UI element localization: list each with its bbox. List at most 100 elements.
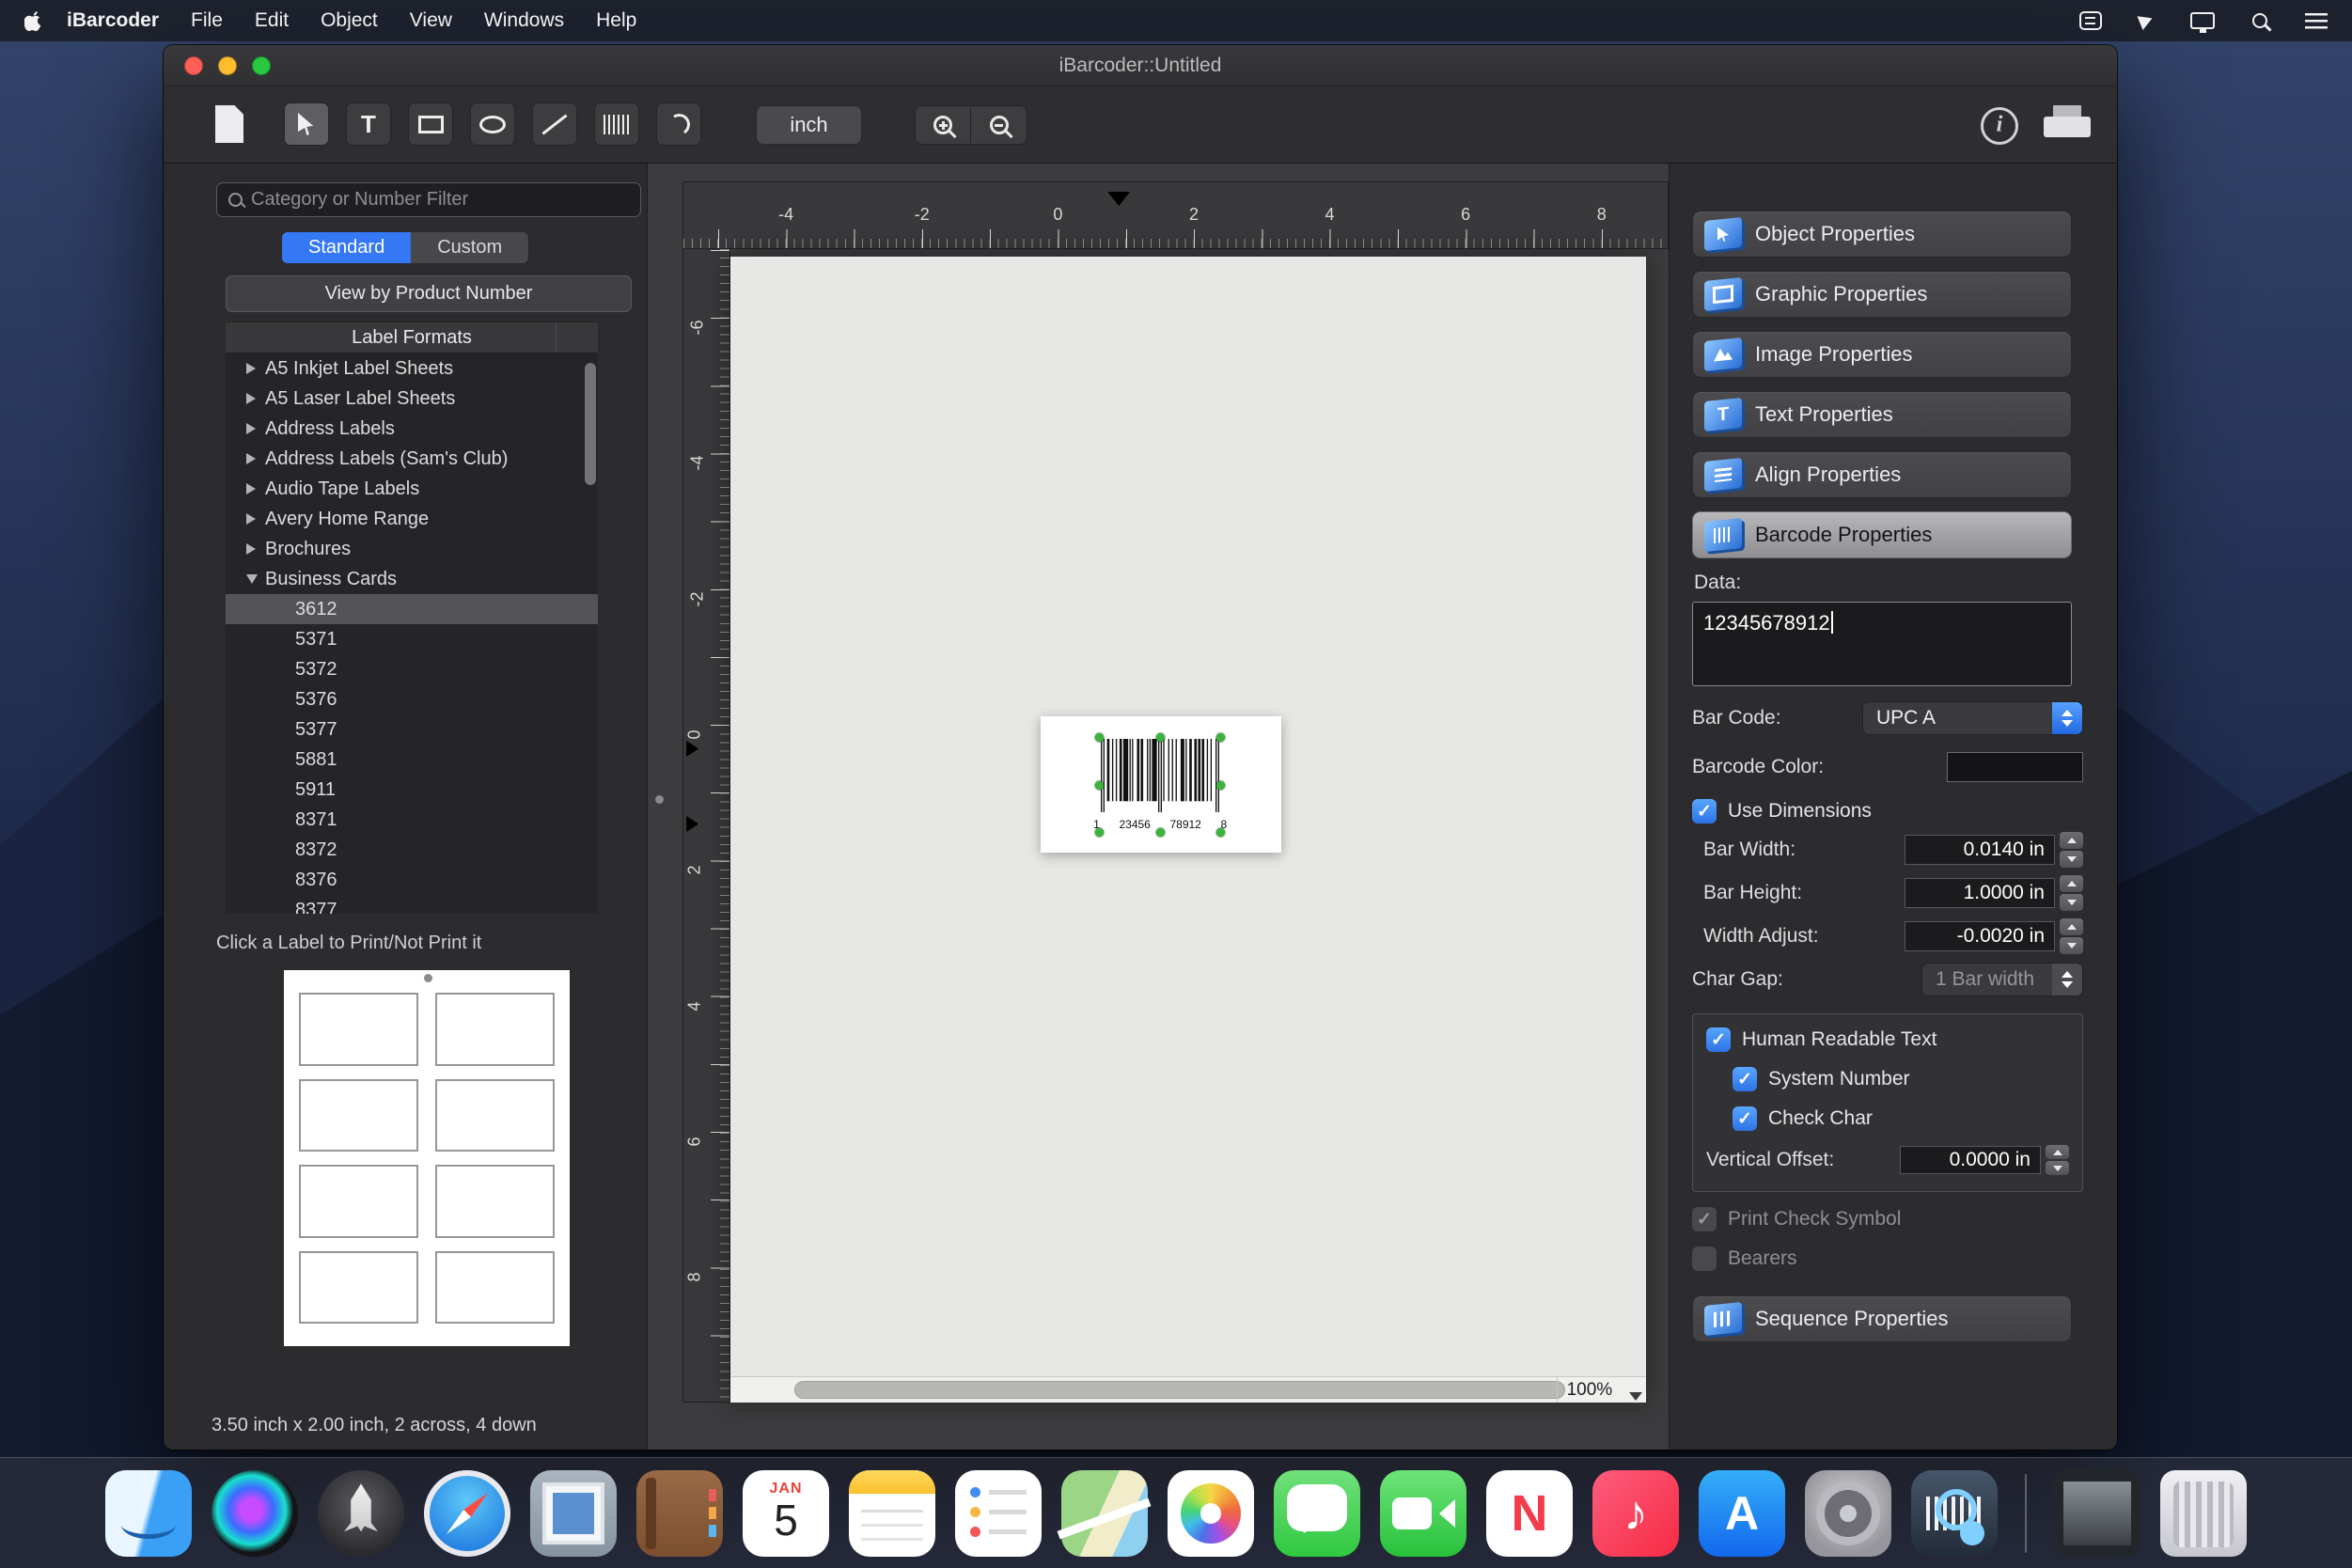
disclosure-closed-icon[interactable] bbox=[246, 453, 256, 464]
dock-launchpad-icon[interactable] bbox=[318, 1469, 404, 1557]
system-number-checkbox[interactable] bbox=[1733, 1067, 1757, 1091]
stepper-up-icon[interactable] bbox=[2060, 875, 2083, 892]
label-preview-cell[interactable] bbox=[299, 1165, 418, 1238]
label-preview-cell[interactable] bbox=[435, 993, 555, 1066]
number-field[interactable]: -0.0020 in bbox=[1905, 921, 2055, 951]
oval-tool-button[interactable] bbox=[470, 102, 515, 146]
apple-menu-icon[interactable] bbox=[24, 9, 45, 32]
label-format-item[interactable]: 3612 bbox=[226, 594, 598, 624]
ruler-margin-marker[interactable] bbox=[1107, 192, 1131, 206]
dock-facetime-icon[interactable] bbox=[1380, 1469, 1466, 1557]
properties-button-text[interactable]: Text Properties bbox=[1692, 391, 2072, 438]
dock-app-store-icon[interactable] bbox=[1699, 1469, 1785, 1557]
stepper-up-icon[interactable] bbox=[2046, 1145, 2069, 1159]
unit-button[interactable]: inch bbox=[756, 105, 862, 145]
new-document-button[interactable] bbox=[207, 100, 252, 149]
menu-item-file[interactable]: File bbox=[175, 9, 239, 32]
dock-siri-icon[interactable] bbox=[212, 1469, 298, 1557]
rectangle-tool-button[interactable] bbox=[408, 102, 453, 146]
ruler-margin-marker[interactable] bbox=[686, 741, 699, 757]
disclosure-closed-icon[interactable] bbox=[246, 363, 256, 374]
label-format-item[interactable]: 5911 bbox=[226, 775, 598, 805]
stepper-up-icon[interactable] bbox=[2060, 832, 2083, 849]
barcode-data-field[interactable]: 12345678912 bbox=[1692, 602, 2072, 686]
selection-handle[interactable] bbox=[1156, 828, 1166, 837]
dock-messages-icon[interactable] bbox=[1274, 1469, 1360, 1557]
arc-tool-button[interactable] bbox=[656, 102, 701, 146]
number-field[interactable]: 0.0140 in bbox=[1905, 835, 2055, 865]
stepper-down-icon[interactable] bbox=[2060, 894, 2083, 911]
label-preview-cell[interactable] bbox=[299, 1078, 418, 1152]
view-by-product-number-button[interactable]: View by Product Number bbox=[226, 275, 632, 312]
minimize-button[interactable] bbox=[218, 56, 237, 75]
horizontal-scrollbar[interactable]: 100% bbox=[730, 1376, 1647, 1403]
zoom-in-button[interactable] bbox=[915, 105, 971, 145]
label-format-item[interactable]: 8377 bbox=[226, 895, 598, 915]
tab-custom[interactable]: Custom bbox=[411, 232, 529, 263]
list-scrollbar[interactable] bbox=[585, 363, 596, 485]
menu-item-help[interactable]: Help bbox=[580, 9, 652, 32]
dock-finder-icon[interactable] bbox=[105, 1469, 192, 1557]
zoom-button[interactable] bbox=[252, 56, 271, 75]
dock-music-icon[interactable] bbox=[1592, 1469, 1679, 1557]
dock-system-preferences-icon[interactable] bbox=[1805, 1469, 1891, 1557]
stepper-down-icon[interactable] bbox=[2046, 1161, 2069, 1175]
label-format-item[interactable]: 8372 bbox=[226, 835, 598, 865]
label-format-item[interactable]: 5881 bbox=[226, 745, 598, 775]
display-icon[interactable] bbox=[2190, 12, 2215, 33]
dock-reminders-icon[interactable] bbox=[955, 1469, 1042, 1557]
label-format-item[interactable]: 5376 bbox=[226, 684, 598, 714]
disclosure-closed-icon[interactable] bbox=[246, 423, 256, 434]
label-format-group[interactable]: Address Labels bbox=[226, 414, 598, 444]
selection-handle[interactable] bbox=[1216, 828, 1226, 837]
disclosure-closed-icon[interactable] bbox=[246, 513, 256, 525]
print-button[interactable] bbox=[2044, 103, 2091, 147]
field-stepper[interactable] bbox=[2060, 832, 2083, 868]
info-button[interactable] bbox=[1981, 107, 2018, 145]
properties-button-graphic[interactable]: Graphic Properties bbox=[1692, 271, 2072, 318]
label-object[interactable]: 1 23456 78912 8 bbox=[1041, 716, 1282, 853]
text-tool-button[interactable] bbox=[346, 102, 391, 146]
line-tool-button[interactable] bbox=[532, 102, 577, 146]
dock-ibarcoder-icon[interactable] bbox=[1911, 1469, 1998, 1557]
dock-news-icon[interactable] bbox=[1486, 1469, 1573, 1557]
disclosure-closed-icon[interactable] bbox=[246, 543, 256, 555]
properties-button-align[interactable]: Align Properties bbox=[1692, 451, 2072, 498]
stepper-up-icon[interactable] bbox=[2060, 918, 2083, 935]
sequence-properties-button[interactable]: Sequence Properties bbox=[1692, 1295, 2072, 1342]
number-field[interactable]: 1.0000 in bbox=[1905, 878, 2055, 908]
ruler-margin-marker[interactable] bbox=[686, 816, 699, 832]
dock-maps-icon[interactable] bbox=[1058, 1469, 1152, 1557]
menu-item-windows[interactable]: Windows bbox=[468, 9, 580, 32]
human-readable-text-checkbox[interactable] bbox=[1706, 1027, 1731, 1052]
menu-item-object[interactable]: Object bbox=[305, 9, 394, 32]
label-preview-cell[interactable] bbox=[435, 1250, 555, 1324]
notification-icon[interactable] bbox=[2079, 11, 2102, 30]
field-stepper[interactable] bbox=[2060, 918, 2083, 954]
vertical-offset-stepper[interactable] bbox=[2046, 1145, 2069, 1175]
zoom-out-button[interactable] bbox=[971, 105, 1027, 145]
selection-handle[interactable] bbox=[1095, 828, 1105, 837]
bar-code-popup[interactable]: UPC A bbox=[1862, 701, 2083, 735]
notification-center-icon[interactable] bbox=[2305, 12, 2328, 29]
tab-standard[interactable]: Standard bbox=[282, 232, 412, 263]
zoom-level[interactable]: 100% bbox=[1556, 1377, 1623, 1403]
selection-handle[interactable] bbox=[1216, 733, 1226, 742]
label-format-group[interactable]: Brochures bbox=[226, 534, 598, 564]
label-format-group[interactable]: Address Labels (Sam's Club) bbox=[226, 444, 598, 474]
menu-item-ibarcoder[interactable]: iBarcoder bbox=[51, 9, 175, 32]
filter-search-input[interactable] bbox=[251, 189, 629, 211]
dock-notes-icon[interactable] bbox=[849, 1469, 935, 1557]
label-preview-cell[interactable] bbox=[299, 993, 418, 1066]
label-preview-cell[interactable] bbox=[435, 1165, 555, 1238]
scrollbar-thumb[interactable] bbox=[794, 1381, 1566, 1399]
dock-trash-icon[interactable] bbox=[2160, 1469, 2247, 1557]
label-format-item[interactable]: 5371 bbox=[226, 624, 598, 654]
properties-button-object[interactable]: Object Properties bbox=[1692, 211, 2072, 258]
label-format-group[interactable]: A5 Inkjet Label Sheets bbox=[226, 353, 598, 384]
close-button[interactable] bbox=[184, 56, 203, 75]
stepper-down-icon[interactable] bbox=[2060, 937, 2083, 954]
dock-photos-icon[interactable] bbox=[1168, 1469, 1254, 1557]
barcode-tool-button[interactable] bbox=[594, 102, 639, 146]
barcode-object[interactable]: 1 23456 78912 8 bbox=[1093, 733, 1227, 837]
